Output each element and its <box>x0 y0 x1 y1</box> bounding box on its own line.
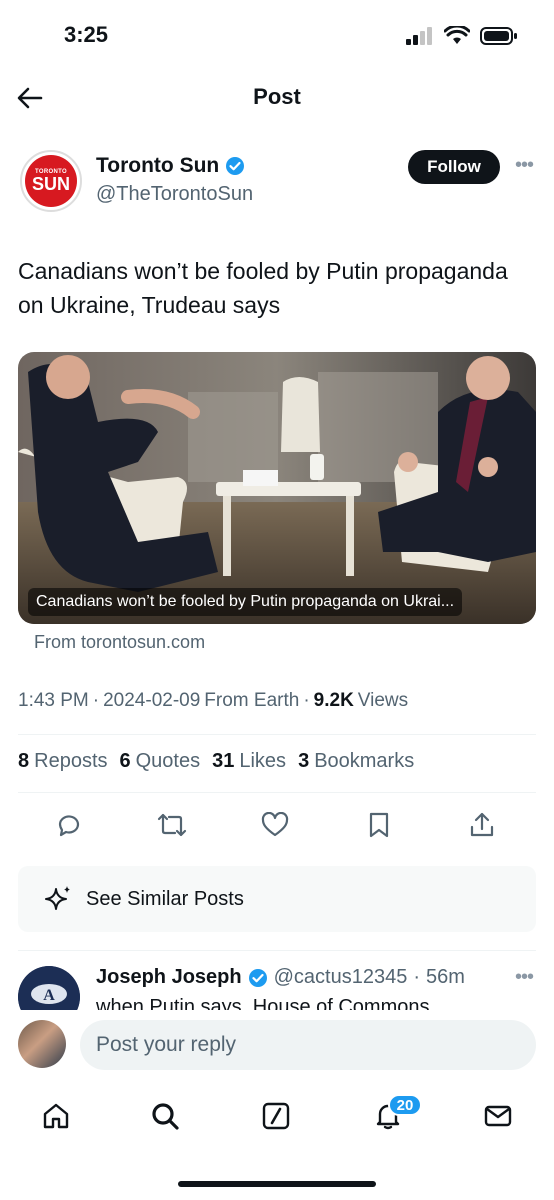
verified-icon <box>248 968 267 987</box>
wifi-icon <box>444 26 470 44</box>
tab-bar <box>0 1084 554 1154</box>
stat-label: Likes <box>239 750 287 772</box>
battery-icon <box>480 27 517 45</box>
post-time: 1:43 PM <box>18 690 89 711</box>
reply-age: 56m <box>426 966 465 988</box>
author-handle[interactable]: @TheTorontoSun <box>96 183 253 206</box>
tab-home[interactable] <box>38 1098 74 1134</box>
reply-author[interactable]: Joseph Joseph @cactus12345 · 56m <box>96 966 465 989</box>
post-meta: 1:43 PM · 2024-02-09 From Earth · 9.2K V… <box>18 690 408 712</box>
stat-label: Quotes <box>135 750 201 772</box>
divider <box>18 950 536 951</box>
sparkle-icon <box>45 886 70 910</box>
post-stats: 8 Reposts 6 Quotes 31 Likes 3 Bookmarks <box>18 750 414 773</box>
reply-author-handle: @cactus12345 <box>273 966 408 988</box>
verified-icon <box>226 157 245 175</box>
stat-quotes[interactable]: 6 Quotes <box>120 750 201 773</box>
link-card-source[interactable]: From torontosun.com <box>34 632 205 653</box>
stat-label: Reposts <box>34 750 108 772</box>
repost-button[interactable] <box>155 808 189 842</box>
interview-photo <box>18 352 536 624</box>
action-bar <box>0 808 554 842</box>
search-icon <box>152 1103 179 1130</box>
bookmark-button[interactable] <box>362 808 396 842</box>
tab-grok[interactable] <box>258 1098 294 1134</box>
svg-text:A: A <box>43 987 55 1004</box>
author-avatar[interactable]: TORONTO SUN <box>20 150 82 212</box>
home-indicator <box>178 1181 376 1187</box>
more-icon[interactable]: ••• <box>512 154 536 178</box>
status-time: 3:25 <box>64 22 109 47</box>
meta-separator: · <box>303 690 310 711</box>
like-button[interactable] <box>258 808 292 842</box>
grok-icon <box>262 1102 290 1130</box>
post-text: Canadians won’t be fooled by Putin propa… <box>18 258 508 318</box>
views-count: 9.2K <box>313 690 354 711</box>
divider <box>18 734 536 735</box>
divider <box>18 792 536 793</box>
reply-separator: · <box>413 966 421 988</box>
follow-button[interactable]: Follow <box>408 150 500 184</box>
like-icon <box>261 812 289 837</box>
stat-label: Bookmarks <box>314 750 415 772</box>
link-card-caption: Canadians won’t be fooled by Putin propa… <box>28 588 463 616</box>
link-card-image[interactable] <box>18 352 536 624</box>
toronto-sun-logo: TORONTO SUN <box>25 155 77 207</box>
reply-text[interactable]: when Putin says, House of Commons <box>96 996 430 1010</box>
post-location: From Earth <box>204 690 300 711</box>
see-similar-posts-button[interactable]: See Similar Posts <box>18 866 536 932</box>
home-icon <box>43 1103 69 1129</box>
mail-icon <box>484 1105 512 1127</box>
back-button[interactable] <box>14 82 46 114</box>
reply-input[interactable]: Post your reply <box>80 1020 536 1070</box>
see-similar-posts-label: See Similar Posts <box>86 887 244 910</box>
reply-icon <box>58 815 80 837</box>
reply-author-name: Joseph Joseph <box>96 966 242 988</box>
back-arrow-icon <box>17 87 43 109</box>
share-icon <box>470 812 494 837</box>
stat-count: 31 <box>212 750 235 772</box>
stat-count: 3 <box>298 750 310 772</box>
stat-count: 8 <box>18 750 30 772</box>
status-icons <box>406 26 518 46</box>
tab-search[interactable] <box>147 1098 183 1134</box>
logo-big-text: SUN <box>31 174 70 194</box>
author-name-text: Toronto Sun <box>96 154 220 177</box>
author-name[interactable]: Toronto Sun <box>96 154 245 178</box>
repost-icon <box>157 813 187 837</box>
stat-likes[interactable]: 31 Likes <box>212 750 286 773</box>
stat-reposts[interactable]: 8 Reposts <box>18 750 108 773</box>
reply-button[interactable] <box>51 808 85 842</box>
bookmark-icon <box>369 812 389 838</box>
reply-more-icon[interactable]: ••• <box>512 966 536 990</box>
share-button[interactable] <box>465 808 499 842</box>
stat-bookmarks[interactable]: 3 Bookmarks <box>298 750 414 773</box>
stat-count: 6 <box>119 750 131 772</box>
views-label: Views <box>357 690 409 711</box>
composer-avatar[interactable] <box>18 1020 66 1068</box>
tab-messages[interactable] <box>480 1098 516 1134</box>
meta-separator: · <box>92 690 100 711</box>
post-date: 2024-02-09 <box>103 690 201 711</box>
notification-badge: 20 <box>388 1094 422 1116</box>
page-title: Post <box>253 84 301 109</box>
signal-icon <box>406 27 432 45</box>
